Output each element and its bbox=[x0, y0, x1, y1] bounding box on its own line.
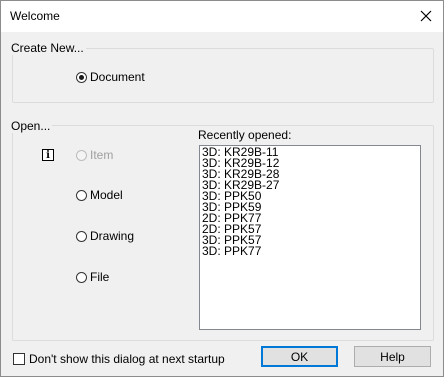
help-button[interactable]: Help bbox=[354, 346, 431, 367]
radio-label: Item bbox=[90, 148, 114, 162]
welcome-dialog: Welcome Create New... Document Open... i… bbox=[0, 0, 444, 377]
dont-show-label: Don't show this dialog at next startup bbox=[29, 352, 225, 366]
radio-label: Model bbox=[90, 188, 123, 202]
recently-opened-label: Recently opened: bbox=[198, 128, 292, 142]
radio-drawing[interactable]: Drawing bbox=[76, 229, 134, 243]
radio-item[interactable]: Item bbox=[76, 148, 113, 162]
dont-show-checkbox[interactable] bbox=[13, 353, 25, 365]
radio-button[interactable] bbox=[76, 230, 87, 242]
radio-button[interactable] bbox=[76, 189, 87, 201]
open-label: Open... bbox=[9, 119, 53, 133]
radio-label: File bbox=[90, 270, 110, 284]
radio-model[interactable]: Model bbox=[76, 188, 123, 202]
recent-files-list[interactable]: 3D: KR29B-11 3D: KR29B-12 3D: KR29B-28 3… bbox=[199, 145, 421, 330]
radio-file[interactable]: File bbox=[76, 270, 109, 284]
radio-button[interactable] bbox=[76, 149, 87, 161]
close-icon bbox=[420, 10, 432, 22]
radio-label: Drawing bbox=[90, 229, 135, 243]
list-item[interactable]: 3D: PPK77 bbox=[202, 245, 418, 257]
radio-label: Document bbox=[90, 70, 145, 84]
radio-button[interactable] bbox=[76, 71, 87, 83]
info-icon: i bbox=[42, 149, 54, 161]
title-bar: Welcome bbox=[1, 1, 443, 32]
create-new-label: Create New... bbox=[9, 41, 86, 55]
close-button[interactable] bbox=[411, 2, 441, 30]
radio-button[interactable] bbox=[76, 271, 87, 283]
radio-document[interactable]: Document bbox=[76, 70, 145, 84]
ok-button[interactable]: OK bbox=[261, 346, 338, 367]
dont-show-checkbox-row[interactable]: Don't show this dialog at next startup bbox=[13, 352, 225, 366]
window-title: Welcome bbox=[10, 9, 60, 23]
